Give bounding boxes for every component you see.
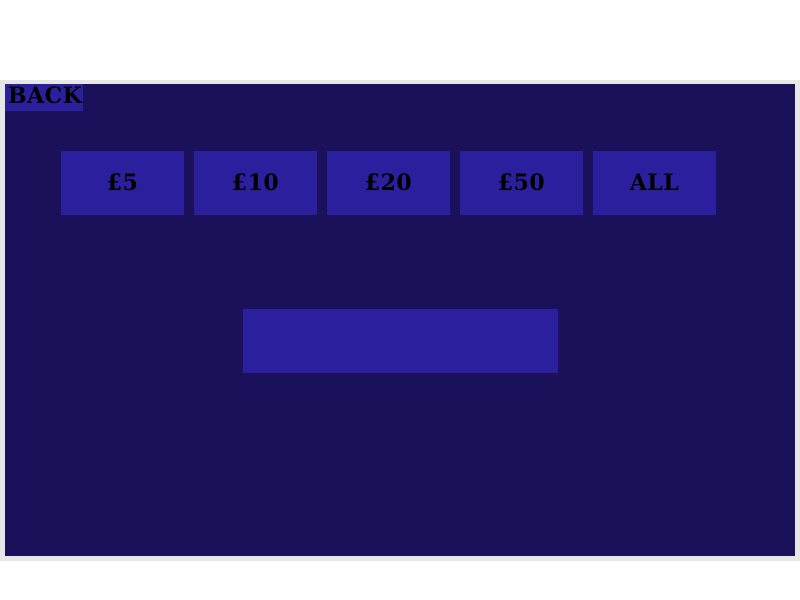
amount-5-button[interactable]: £5 xyxy=(61,151,184,215)
amount-all-button[interactable]: ALL xyxy=(593,151,716,215)
amount-display xyxy=(243,309,558,373)
amount-10-button[interactable]: £10 xyxy=(194,151,317,215)
back-button[interactable]: BACK xyxy=(5,84,83,111)
amount-50-button[interactable]: £50 xyxy=(460,151,583,215)
amount-20-button[interactable]: £20 xyxy=(327,151,450,215)
